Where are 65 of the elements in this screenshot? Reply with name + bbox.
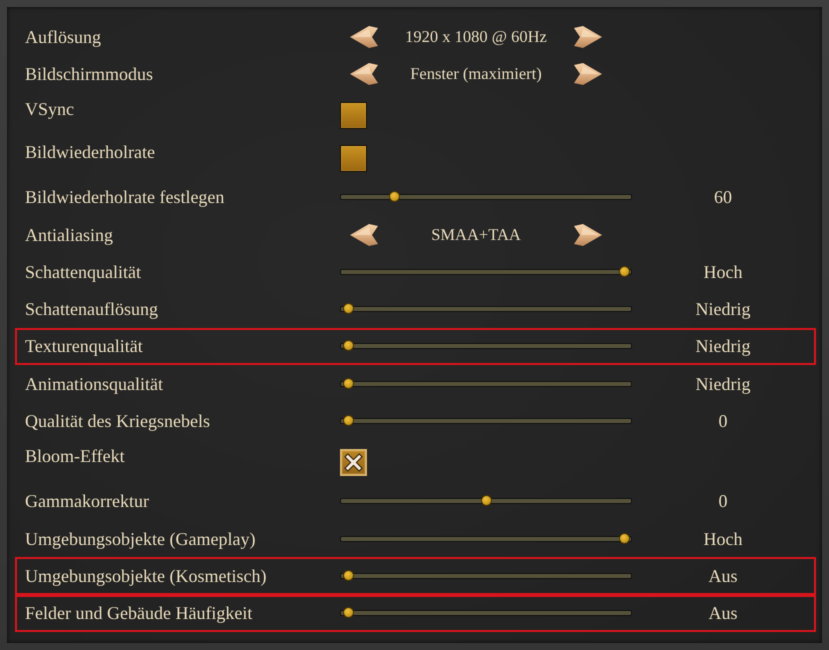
setting-value: Aus <box>708 564 738 587</box>
setting-value: Hoch <box>704 260 742 283</box>
checkbox[interactable] <box>340 449 367 476</box>
right-arrowhead-icon <box>574 26 602 48</box>
setting-label: Umgebungsobjekte (Gameplay) <box>25 528 256 550</box>
setting-label: Schattenqualität <box>25 260 141 283</box>
right-arrowhead-icon <box>574 62 602 85</box>
left-arrowhead-icon <box>350 26 378 48</box>
slider-track[interactable] <box>340 191 632 204</box>
setting-value: 0 <box>718 410 728 432</box>
setting-label: Antialiasing <box>25 224 113 246</box>
checkbox[interactable] <box>340 102 367 130</box>
slider-thumb[interactable] <box>342 570 354 581</box>
setting-value: Niedrig <box>696 298 750 320</box>
selector-value: SMAA+TAA <box>430 224 522 245</box>
slider-track[interactable] <box>340 303 632 316</box>
slider-thumb[interactable] <box>618 532 630 544</box>
setting-value: Hoch <box>704 528 742 550</box>
setting-label: Bloom-Effekt <box>25 445 125 468</box>
setting-value: 60 <box>714 186 732 208</box>
setting-label: Felder und Gebäude Häufigkeit <box>25 602 252 624</box>
setting-value: Aus <box>708 602 738 624</box>
slider-track[interactable] <box>340 607 632 620</box>
next-option-button[interactable] <box>574 26 602 48</box>
right-arrowhead-icon <box>574 224 602 246</box>
slider-thumb[interactable] <box>342 378 354 389</box>
setting-label: Bildwiederholrate festlegen <box>25 186 224 208</box>
setting-label: Schattenauflösung <box>25 298 158 320</box>
setting-label: Texturenqualität <box>25 335 143 358</box>
slider-track[interactable] <box>340 266 632 278</box>
setting-value: 0 <box>718 490 728 512</box>
slider-thumb[interactable] <box>480 495 492 506</box>
previous-option-button[interactable] <box>350 26 378 48</box>
setting-label: Bildwiederholrate <box>25 141 155 164</box>
slider-thumb[interactable] <box>342 340 354 352</box>
slider-thumb[interactable] <box>618 266 630 277</box>
next-option-button[interactable] <box>574 224 602 246</box>
slider-track[interactable] <box>340 495 632 508</box>
setting-label: VSync <box>25 98 74 120</box>
setting-label: Bildschirmmodus <box>25 62 154 85</box>
selector-value: 1920 x 1080 @ 60Hz <box>404 26 548 47</box>
slider-track[interactable] <box>340 570 632 582</box>
next-option-button[interactable] <box>574 62 602 85</box>
previous-option-button[interactable] <box>350 224 378 246</box>
slider-track[interactable] <box>340 340 632 352</box>
slider-track[interactable] <box>340 415 632 428</box>
setting-label: Gammakorrektur <box>25 490 149 512</box>
previous-option-button[interactable] <box>350 62 378 85</box>
left-arrowhead-icon <box>350 224 378 246</box>
setting-label: Qualität des Kriegsnebels <box>25 410 210 432</box>
selector-value: Fenster (maximiert) <box>409 64 543 84</box>
slider-track[interactable] <box>340 378 632 390</box>
cross-icon <box>344 453 363 472</box>
setting-label: Animationsqualität <box>25 372 163 395</box>
setting-label: Auflösung <box>25 26 101 48</box>
slider-thumb[interactable] <box>342 415 354 426</box>
slider-thumb[interactable] <box>389 191 400 202</box>
slider-track[interactable] <box>340 532 632 545</box>
setting-value: Niedrig <box>696 372 750 395</box>
slider-thumb[interactable] <box>342 607 354 618</box>
setting-value: Niedrig <box>696 335 750 358</box>
checkbox[interactable] <box>340 145 367 172</box>
left-arrowhead-icon <box>350 62 378 85</box>
setting-label: Umgebungsobjekte (Kosmetisch) <box>25 564 266 587</box>
slider-thumb[interactable] <box>342 303 354 314</box>
